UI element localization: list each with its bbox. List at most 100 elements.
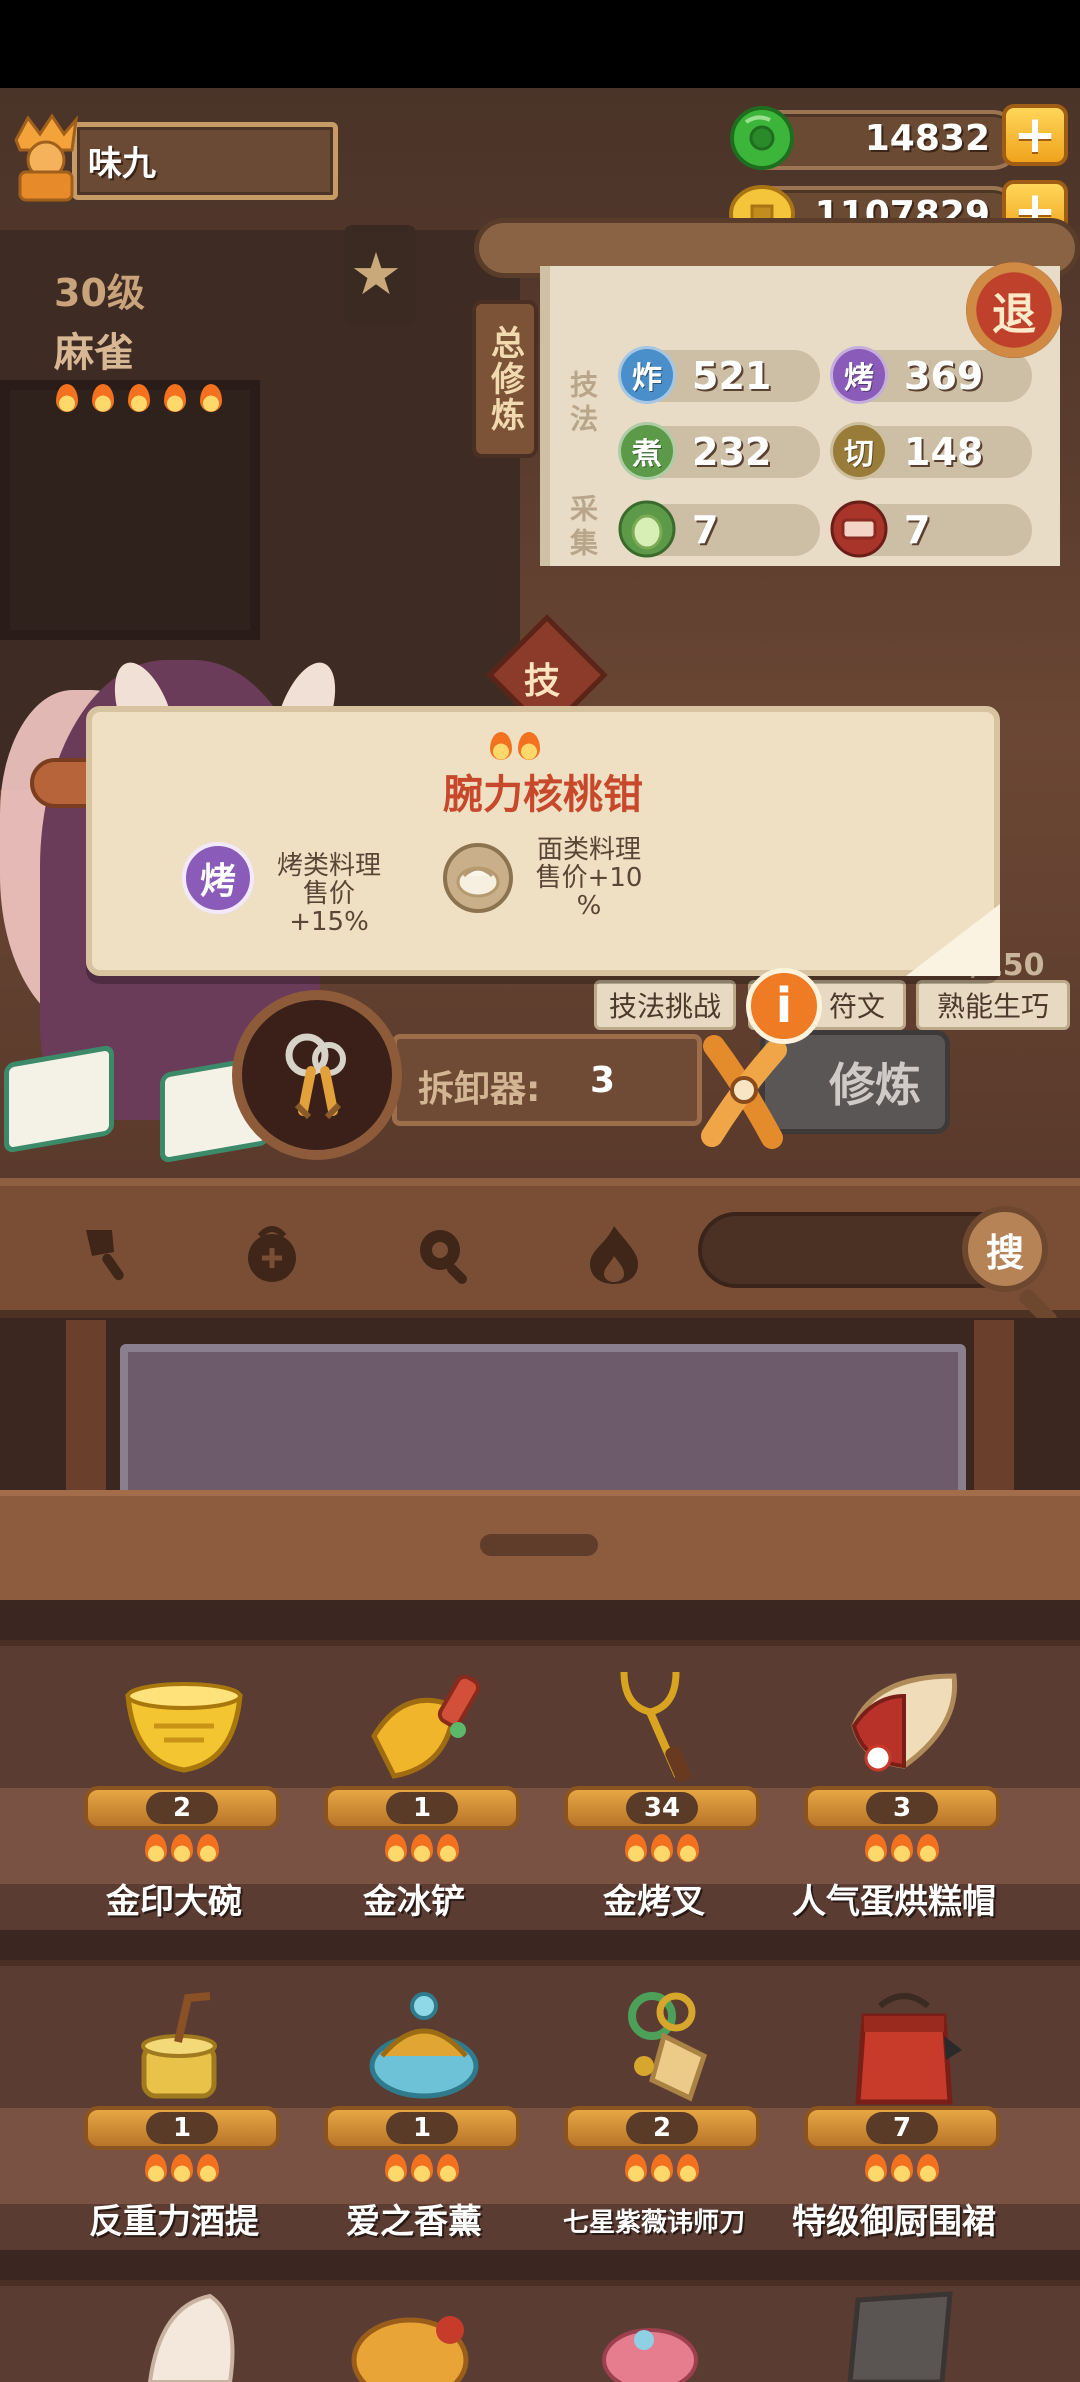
bowl-icon xyxy=(114,1666,254,1786)
item-flames xyxy=(140,2154,224,2184)
item-count: 1 xyxy=(386,1792,458,1824)
item-count: 2 xyxy=(626,2112,698,2144)
tab-skill-challenge[interactable]: 技法挑战 xyxy=(594,980,736,1030)
flame-icon xyxy=(171,2154,193,2182)
ice-shovel-icon xyxy=(354,1666,494,1786)
flame-icon xyxy=(56,384,78,412)
skill-cut-value: 148 xyxy=(904,430,984,474)
item-count: 2 xyxy=(146,1792,218,1824)
item-name: 金冰铲 xyxy=(363,1882,465,1922)
apron-icon xyxy=(834,1986,974,2106)
equipped-display-board xyxy=(120,1344,966,1512)
item-flames xyxy=(620,1834,704,1864)
roast-buff-text: 烤类料理 售价+15% xyxy=(264,852,394,936)
item-card[interactable]: 1 金冰铲 xyxy=(294,1656,534,1946)
flame-icon xyxy=(651,2154,673,2182)
meat-icon xyxy=(830,500,888,558)
skill-fry-badge: 炸 xyxy=(618,346,676,404)
status-bar xyxy=(0,0,1080,88)
spatula-icon[interactable] xyxy=(74,1218,146,1290)
total-cultivation-tab[interactable]: 总修炼 xyxy=(472,300,538,458)
knife-charm-icon xyxy=(594,1986,734,2106)
walnut-cracker-icon xyxy=(285,1033,346,1120)
hat-icon xyxy=(834,1666,974,1786)
skill-boil-badge: 煮 xyxy=(618,422,676,480)
flame-icon xyxy=(200,384,222,412)
chef-avatar-icon[interactable] xyxy=(6,110,86,202)
item-count: 34 xyxy=(626,1792,698,1824)
item-count: 1 xyxy=(386,2112,458,2144)
fork-icon xyxy=(594,1666,734,1786)
cabbage-icon xyxy=(618,500,676,558)
flame-icon xyxy=(92,384,114,412)
skill-tag-label: 技 xyxy=(524,661,561,702)
tofu-icon[interactable] xyxy=(236,1218,308,1290)
remover-count: 3 xyxy=(590,1060,616,1101)
flame-icon xyxy=(518,732,540,760)
exit-button[interactable]: 退 xyxy=(966,262,1062,358)
item-card[interactable]: 7 特级御厨围裙 xyxy=(774,1976,1014,2266)
player-rank: 麻雀 xyxy=(54,330,134,376)
flame-icon xyxy=(145,1834,167,1862)
item-name: 金烤叉 xyxy=(603,1882,705,1922)
item-card[interactable]: 1 反重力酒提 xyxy=(54,1976,294,2266)
flame-icon xyxy=(677,2154,699,2182)
shelf-drawer-handle[interactable] xyxy=(480,1534,598,1556)
item-card[interactable]: 34 金烤叉 xyxy=(534,1656,774,1946)
item-flames xyxy=(860,1834,944,1864)
gather-vegetable-value: 7 xyxy=(692,508,719,552)
flame-icon xyxy=(411,1834,433,1862)
item-name: 特级御厨围裙 xyxy=(792,2202,996,2242)
golden-pot-icon xyxy=(351,2316,469,2382)
flame-icon xyxy=(625,2154,647,2182)
flame-icon xyxy=(651,1834,673,1862)
noodle-buff-line3: % xyxy=(576,891,602,921)
skills-section-label: 技法 xyxy=(566,370,599,438)
wooden-block-icon xyxy=(847,2291,953,2382)
flame-icon xyxy=(164,384,186,412)
bun-icon xyxy=(443,843,513,913)
fire-icon[interactable] xyxy=(578,1218,650,1290)
jade-value: 14832 xyxy=(864,118,990,159)
roast-buff-line1: 烤类料理 xyxy=(276,851,381,881)
cake-icon xyxy=(602,2328,698,2382)
pliers-icon[interactable] xyxy=(684,1026,804,1154)
equipped-tool-slot[interactable] xyxy=(232,990,402,1160)
tab-practice[interactable]: 熟能生巧 xyxy=(916,980,1070,1030)
info-button[interactable]: i xyxy=(746,968,822,1044)
flame-icon xyxy=(171,1834,193,1862)
item-card[interactable]: 3 人气蛋烘糕帽 xyxy=(774,1656,1014,1946)
item-card[interactable]: 1 爱之香薰 xyxy=(294,1976,534,2266)
item-card[interactable]: 2 金印大碗 xyxy=(54,1656,294,1946)
flame-icon xyxy=(197,2154,219,2182)
rank-flames xyxy=(56,384,222,412)
roast-buff-icon: 烤 xyxy=(182,842,254,914)
flame-icon xyxy=(437,2154,459,2182)
pan-icon[interactable] xyxy=(408,1218,480,1290)
remover-label: 拆卸器: xyxy=(418,1069,541,1110)
item-flames xyxy=(380,1834,464,1864)
tooltip-flames xyxy=(490,732,540,760)
feather-hat-icon xyxy=(147,2293,235,2382)
item-count: 7 xyxy=(866,2112,938,2144)
flame-icon xyxy=(917,2154,939,2182)
incense-icon xyxy=(354,1986,494,2106)
flame-icon xyxy=(490,732,512,760)
item-card[interactable]: 2 七星紫薇讳师刀 xyxy=(534,1976,774,2266)
flame-icon xyxy=(625,1834,647,1862)
back-wall-window xyxy=(0,380,260,640)
wine-dipper-icon xyxy=(114,1986,254,2106)
flame-icon xyxy=(865,2154,887,2182)
flame-icon xyxy=(128,384,150,412)
add-jade-button[interactable]: + xyxy=(1002,104,1068,166)
flame-icon xyxy=(385,2154,407,2182)
flame-icon xyxy=(891,2154,913,2182)
jade-icon xyxy=(730,106,794,170)
item-name: 金印大碗 xyxy=(106,1882,242,1922)
item-name: 七星紫薇讳师刀 xyxy=(562,2208,745,2238)
item-name: 人气蛋烘糕帽 xyxy=(792,1882,996,1922)
search-button[interactable]: 搜 xyxy=(962,1206,1048,1292)
item-flames xyxy=(620,2154,704,2184)
flame-icon xyxy=(891,1834,913,1862)
item-flames xyxy=(380,2154,464,2184)
